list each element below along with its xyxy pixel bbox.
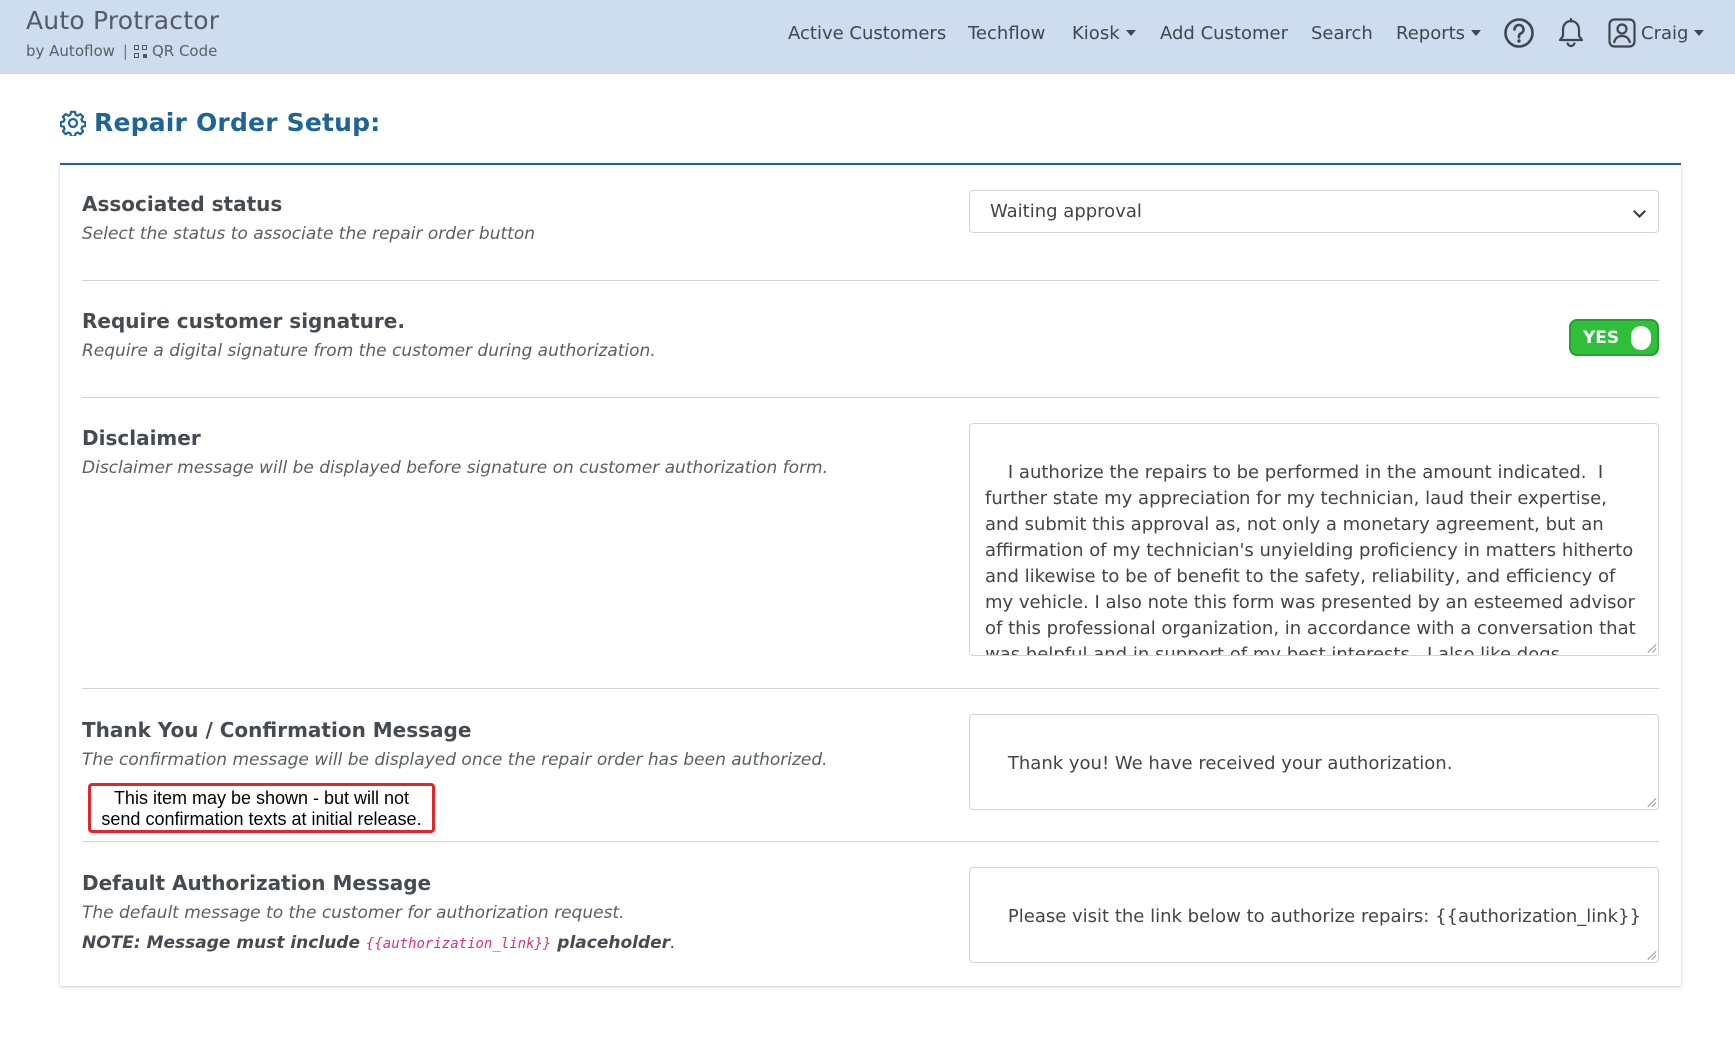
default-authorization-textarea[interactable]: Please visit the link below to authorize… (969, 867, 1659, 963)
divider (82, 841, 1659, 842)
nav-active-customers[interactable]: Active Customers (788, 23, 946, 44)
nav-reports-dropdown[interactable]: Reports (1396, 22, 1482, 44)
toggle-knob (1631, 326, 1651, 350)
nav-kiosk-label: Kiosk (1072, 22, 1120, 44)
associated-status-value: Waiting approval (990, 201, 1142, 222)
associated-status-select[interactable]: Waiting approval (969, 190, 1659, 233)
toggle-yes-label: YES (1583, 328, 1620, 348)
chevron-down-icon (1471, 30, 1482, 36)
brand-subtitle: by Autoflow | QR Code (26, 42, 219, 60)
disclaimer-text: I authorize the repairs to be performed … (985, 462, 1642, 656)
callout-line-2: send confirmation texts at initial relea… (101, 809, 422, 829)
divider (82, 280, 1659, 281)
nav-add-customer[interactable]: Add Customer (1160, 23, 1288, 44)
disclaimer-textarea[interactable]: I authorize the repairs to be performed … (969, 423, 1659, 656)
user-icon (1608, 18, 1636, 48)
thank-you-textarea[interactable]: Thank you! We have received your authori… (969, 714, 1659, 810)
note-prefix: NOTE: Message must include (82, 933, 360, 953)
nav-techflow[interactable]: Techflow (968, 23, 1045, 44)
chevron-down-icon (1694, 30, 1705, 36)
brand[interactable]: Auto Protractor by Autoflow | QR Code (26, 6, 219, 60)
nav-kiosk-dropdown[interactable]: Kiosk (1072, 23, 1136, 44)
nav-search[interactable]: Search (1311, 23, 1373, 44)
resize-grip-icon[interactable] (1646, 643, 1656, 653)
note-placeholder-code: {{authorization_link}} (365, 936, 552, 952)
help-circle-icon[interactable] (1503, 17, 1535, 53)
require-signature-help: Require a digital signature from the cus… (82, 341, 656, 361)
top-navbar: Auto Protractor by Autoflow | QR Code Ac… (0, 0, 1735, 74)
require-signature-label: Require customer signature. (82, 309, 405, 333)
user-menu-dropdown[interactable]: Craig (1608, 18, 1705, 48)
brand-byline: by Autoflow (26, 42, 115, 60)
page-title: Repair Order Setup: (94, 108, 381, 137)
brand-separator: | (122, 42, 128, 60)
resize-grip-icon[interactable] (1646, 797, 1656, 807)
require-signature-row: Require customer signature. Require a di… (82, 309, 1659, 361)
settings-card: Associated status Select the status to a… (60, 163, 1681, 986)
bell-icon[interactable] (1557, 17, 1585, 52)
nav-reports-label: Reports (1396, 22, 1466, 44)
release-note-callout: This item may be shown - but will not se… (88, 783, 435, 833)
thank-you-text: Thank you! We have received your authori… (1007, 753, 1453, 774)
default-authorization-text: Please visit the link below to authorize… (1007, 906, 1641, 927)
divider (82, 688, 1659, 689)
page-header: Repair Order Setup: (60, 108, 380, 137)
gear-icon (60, 110, 86, 136)
note-end: . (670, 933, 676, 953)
resize-grip-icon[interactable] (1646, 950, 1656, 960)
require-signature-toggle[interactable]: YES (1569, 319, 1659, 356)
user-name: Craig (1641, 22, 1689, 44)
qr-code-link[interactable]: QR Code (152, 42, 217, 60)
chevron-down-icon (1633, 205, 1646, 218)
chevron-down-icon (1125, 30, 1136, 36)
callout-line-1: This item may be shown - but will not (113, 788, 410, 808)
brand-title[interactable]: Auto Protractor (26, 6, 219, 36)
qr-code-icon[interactable] (133, 44, 147, 58)
divider (82, 397, 1659, 398)
note-suffix: placeholder (557, 933, 671, 953)
